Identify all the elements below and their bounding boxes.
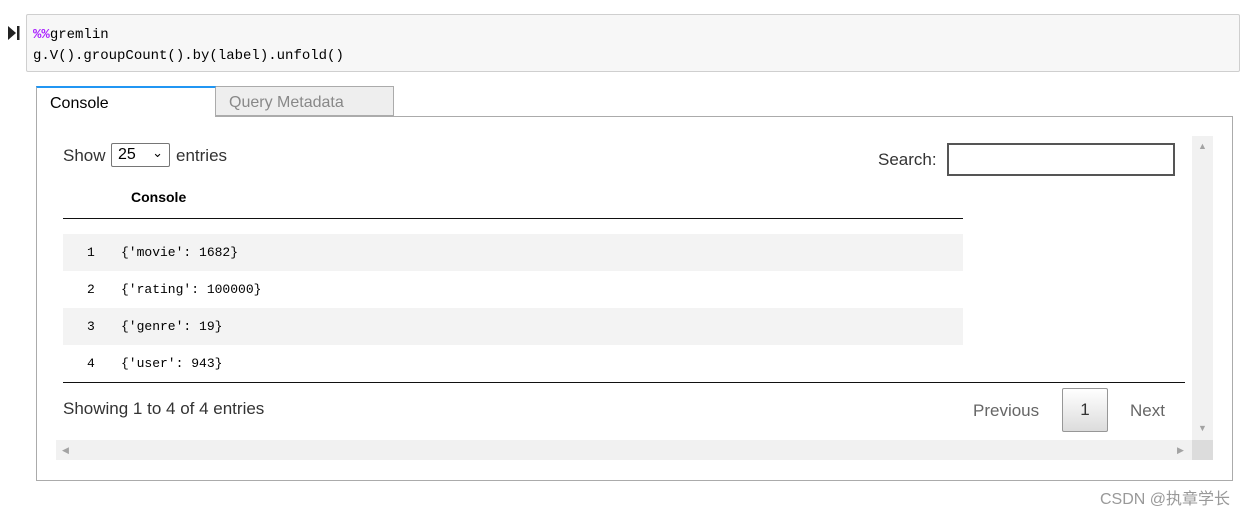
show-label: Show xyxy=(63,146,106,165)
search-input[interactable] xyxy=(947,143,1175,176)
table-row: 1 {'movie': 1682} xyxy=(63,234,963,271)
horizontal-scrollbar[interactable]: ◀ ▶ xyxy=(56,440,1192,460)
footer-divider xyxy=(63,382,1185,383)
row-value: {'user': 943} xyxy=(121,356,223,371)
scroll-left-icon[interactable]: ◀ xyxy=(62,445,69,456)
magic-name: gremlin xyxy=(49,27,109,43)
magic-prefix: %% xyxy=(33,27,50,43)
table-row: 2 {'rating': 100000} xyxy=(63,271,963,308)
code-line: g.V().groupCount().by(label).unfold() xyxy=(33,48,344,64)
tab-label: Console xyxy=(50,95,109,112)
scroll-down-icon[interactable]: ▼ xyxy=(1198,423,1207,433)
row-value: {'rating': 100000} xyxy=(121,282,262,297)
chevron-down-icon: ⌄ xyxy=(152,145,163,160)
tab-console[interactable]: Console xyxy=(36,86,216,117)
tab-label: Query Metadata xyxy=(229,94,344,111)
row-index: 3 xyxy=(87,319,95,334)
next-button[interactable]: Next xyxy=(1130,401,1165,421)
run-cell-icon[interactable] xyxy=(8,25,20,41)
row-value: {'movie': 1682} xyxy=(121,245,239,260)
page-1-button[interactable]: 1 xyxy=(1062,388,1108,432)
row-index: 4 xyxy=(87,356,95,371)
scrollbar-corner xyxy=(1192,440,1213,460)
page-size-select[interactable]: 25 ⌄ xyxy=(111,143,170,167)
table-row: 3 {'genre': 19} xyxy=(63,308,963,345)
page-size-value: 25 xyxy=(118,146,136,163)
code-cell-input[interactable]: %%gremlin g.V().groupCount().by(label).u… xyxy=(26,14,1240,72)
row-index: 2 xyxy=(87,282,95,297)
entries-label: entries xyxy=(176,146,228,165)
scroll-up-icon[interactable]: ▲ xyxy=(1198,141,1207,151)
table-info: Showing 1 to 4 of 4 entries xyxy=(63,399,265,418)
column-header-console[interactable]: Console xyxy=(131,189,186,205)
row-value: {'genre': 19} xyxy=(121,319,223,334)
header-divider xyxy=(63,218,963,219)
vertical-scrollbar[interactable]: ▲ ▼ xyxy=(1192,136,1213,440)
watermark: CSDN @执章学长 xyxy=(1100,491,1231,508)
tab-query-metadata[interactable]: Query Metadata xyxy=(215,86,394,116)
row-index: 1 xyxy=(87,245,95,260)
previous-button[interactable]: Previous xyxy=(973,401,1039,421)
search-label: Search: xyxy=(878,150,937,169)
table-row: 4 {'user': 943} xyxy=(63,345,963,382)
scroll-right-icon[interactable]: ▶ xyxy=(1177,445,1184,456)
